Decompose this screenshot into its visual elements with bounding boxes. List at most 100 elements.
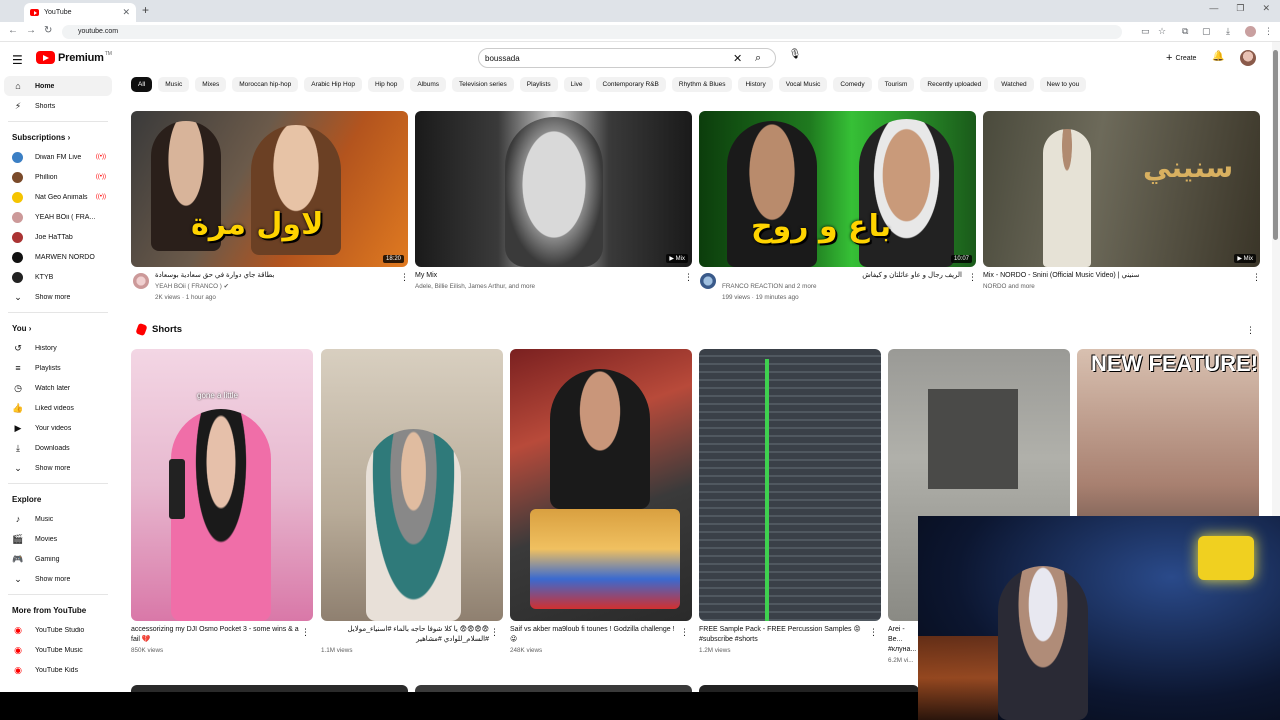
- sidebar-item[interactable]: ◉ YouTube Kids: [4, 660, 112, 680]
- more-actions-icon[interactable]: ⋮: [400, 272, 409, 283]
- sidebar-item[interactable]: ⌄ Show more: [4, 458, 112, 478]
- short-thumbnail[interactable]: [699, 349, 881, 621]
- sidebar-item[interactable]: ⤓ Downloads: [4, 438, 112, 458]
- channel-name[interactable]: YEAH BOii ( FRANCO ): [155, 283, 222, 290]
- filter-chip[interactable]: Playlists: [519, 77, 558, 92]
- sidebar-item[interactable]: YEAH BOii ( FRA...: [4, 207, 112, 227]
- sidebar-item[interactable]: KTYB: [4, 267, 112, 287]
- filter-chip[interactable]: Vocal Music: [778, 77, 828, 92]
- filter-chip[interactable]: Television series: [452, 77, 514, 92]
- tab-close-icon[interactable]: ✕: [122, 7, 130, 18]
- you-header[interactable]: You ›: [4, 318, 112, 338]
- sidebar-item-home[interactable]: ⌂ Home: [4, 76, 112, 96]
- more-actions-icon[interactable]: ⋮: [1252, 272, 1261, 283]
- clear-search-icon[interactable]: ✕: [733, 52, 742, 65]
- channel-name[interactable]: Adele, Billie Eilish, James Arthur, and …: [415, 281, 675, 292]
- forward-icon[interactable]: →: [26, 25, 36, 36]
- filter-chip[interactable]: Comedy: [833, 77, 872, 92]
- filter-chip[interactable]: History: [738, 77, 773, 92]
- bookmark-star-icon[interactable]: ☆: [1158, 26, 1166, 37]
- sidebar-item[interactable]: 🎮 Gaming: [4, 549, 112, 569]
- filter-chip[interactable]: Albums: [410, 77, 447, 92]
- sidebar-item-shorts[interactable]: ⚡ Shorts: [4, 96, 112, 116]
- more-actions-icon[interactable]: ⋮: [684, 272, 693, 283]
- subscriptions-show-more[interactable]: ⌄ Show more: [4, 287, 112, 307]
- url-field[interactable]: youtube.com: [62, 25, 1122, 39]
- video-thumbnail[interactable]: لاول مرة 18:20: [131, 111, 408, 267]
- filter-chip[interactable]: Contemporary R&B: [595, 77, 666, 92]
- sidebar-item[interactable]: ↺ History: [4, 338, 112, 358]
- sidebar-item[interactable]: Nat Geo Animals ((•)): [4, 187, 112, 207]
- channel-avatar[interactable]: [133, 273, 149, 289]
- filter-chip[interactable]: Mixes: [195, 77, 227, 92]
- close-window-button[interactable]: ✕: [1262, 3, 1270, 14]
- sidebar-item[interactable]: ♪ Music: [4, 509, 112, 529]
- video-thumbnail[interactable]: سنيني ▶ Mix: [983, 111, 1260, 267]
- sidebar-item[interactable]: ◷ Watch later: [4, 378, 112, 398]
- short-thumbnail[interactable]: [510, 349, 692, 621]
- filter-chip[interactable]: Moroccan hip-hop: [232, 77, 299, 92]
- short-title[interactable]: 😨😨😨😨 يا كلا شوفا حاجه بالماء #اسنياء_مول…: [321, 625, 490, 645]
- filter-chip[interactable]: All: [131, 77, 153, 92]
- filter-chip[interactable]: New to you: [1039, 77, 1087, 92]
- more-actions-icon[interactable]: ⋮: [680, 627, 689, 638]
- scrollbar-thumb[interactable]: [1273, 50, 1278, 240]
- sidebar-item[interactable]: Phillion ((•)): [4, 167, 112, 187]
- filter-chip[interactable]: Recently uploaded: [920, 77, 989, 92]
- sidebar-item[interactable]: ◉ YouTube Studio: [4, 620, 112, 640]
- create-button[interactable]: + Create: [1158, 48, 1204, 68]
- video-title[interactable]: بطاقة جاي دوارة في حق سعادية بوسعادة: [155, 271, 395, 281]
- channel-name[interactable]: FRANCO REACTION and 2 more: [722, 281, 962, 292]
- more-actions-icon[interactable]: ⋮: [869, 627, 878, 638]
- browser-profile-avatar[interactable]: [1245, 26, 1256, 37]
- account-avatar[interactable]: [1240, 50, 1256, 66]
- tab-search-icon[interactable]: ▢: [1202, 26, 1211, 37]
- sidebar-item[interactable]: ◉ YouTube Music: [4, 640, 112, 660]
- sidebar-item[interactable]: 👍 Liked videos: [4, 398, 112, 418]
- sidebar-item[interactable]: Diwan FM Live ((•)): [4, 147, 112, 167]
- download-icon[interactable]: ⤓: [1226, 26, 1230, 37]
- filter-chip[interactable]: Live: [563, 77, 590, 92]
- video-thumbnail[interactable]: باع و روح 10:07: [699, 111, 976, 267]
- short-thumbnail[interactable]: gone a little: [131, 349, 313, 621]
- video-title[interactable]: Mix - NORDO - Snini (Official Music Vide…: [983, 271, 1243, 281]
- new-tab-button[interactable]: +: [142, 3, 149, 17]
- subscriptions-header[interactable]: Subscriptions ›: [4, 127, 112, 147]
- minimize-button[interactable]: —: [1209, 3, 1218, 14]
- filter-chip[interactable]: Hip hop: [367, 77, 405, 92]
- notifications-bell-icon[interactable]: 🔔: [1212, 51, 1224, 62]
- more-actions-icon[interactable]: ⋮: [490, 627, 499, 638]
- filter-chip[interactable]: Rhythm & Blues: [671, 77, 733, 92]
- youtube-premium-logo[interactable]: Premium TM: [36, 51, 112, 64]
- channel-avatar[interactable]: [700, 273, 716, 289]
- video-title[interactable]: My Mix: [415, 271, 675, 281]
- browser-tab[interactable]: YouTube ✕: [24, 3, 136, 22]
- search-input[interactable]: [479, 53, 719, 63]
- restore-button[interactable]: ❐: [1236, 3, 1244, 14]
- video-thumbnail[interactable]: ▶ Mix: [415, 111, 692, 267]
- menu-icon[interactable]: ☰: [12, 53, 23, 67]
- sidebar-item[interactable]: ▶ Your videos: [4, 418, 112, 438]
- short-thumbnail[interactable]: [321, 349, 503, 621]
- reload-icon[interactable]: ↻: [44, 25, 52, 36]
- filter-chip[interactable]: Tourism: [877, 77, 915, 92]
- sidebar-item[interactable]: ⌄ Show more: [4, 569, 112, 589]
- video-thumbnail[interactable]: [415, 685, 692, 692]
- video-thumbnail[interactable]: [699, 685, 919, 692]
- short-title[interactable]: accessorizing my DJI Osmo Pocket 3 - som…: [131, 625, 299, 645]
- short-title[interactable]: Saif vs akber ma9loub fi tounes ! Godzil…: [510, 625, 678, 645]
- more-actions-icon[interactable]: ⋮: [301, 627, 310, 638]
- sidebar-item[interactable]: 🎬 Movies: [4, 529, 112, 549]
- sidebar-item[interactable]: MARWEN NORDO: [4, 247, 112, 267]
- sidebar-item[interactable]: ≡ Playlists: [4, 358, 112, 378]
- sidebar-item[interactable]: Joe HaTTab: [4, 227, 112, 247]
- microphone-icon[interactable]: 🎙: [788, 49, 802, 67]
- filter-chip[interactable]: Music: [158, 77, 190, 92]
- shelf-more-icon[interactable]: ⋮: [1246, 325, 1255, 336]
- back-icon[interactable]: ←: [8, 25, 18, 36]
- channel-name[interactable]: NORDO and more: [983, 281, 1243, 292]
- search-icon[interactable]: ⌕: [755, 52, 761, 65]
- extensions-icon[interactable]: ⧉: [1182, 26, 1188, 37]
- filter-chip[interactable]: Arabic Hip Hop: [304, 77, 362, 92]
- short-title[interactable]: FREE Sample Pack - FREE Percussion Sampl…: [699, 625, 867, 645]
